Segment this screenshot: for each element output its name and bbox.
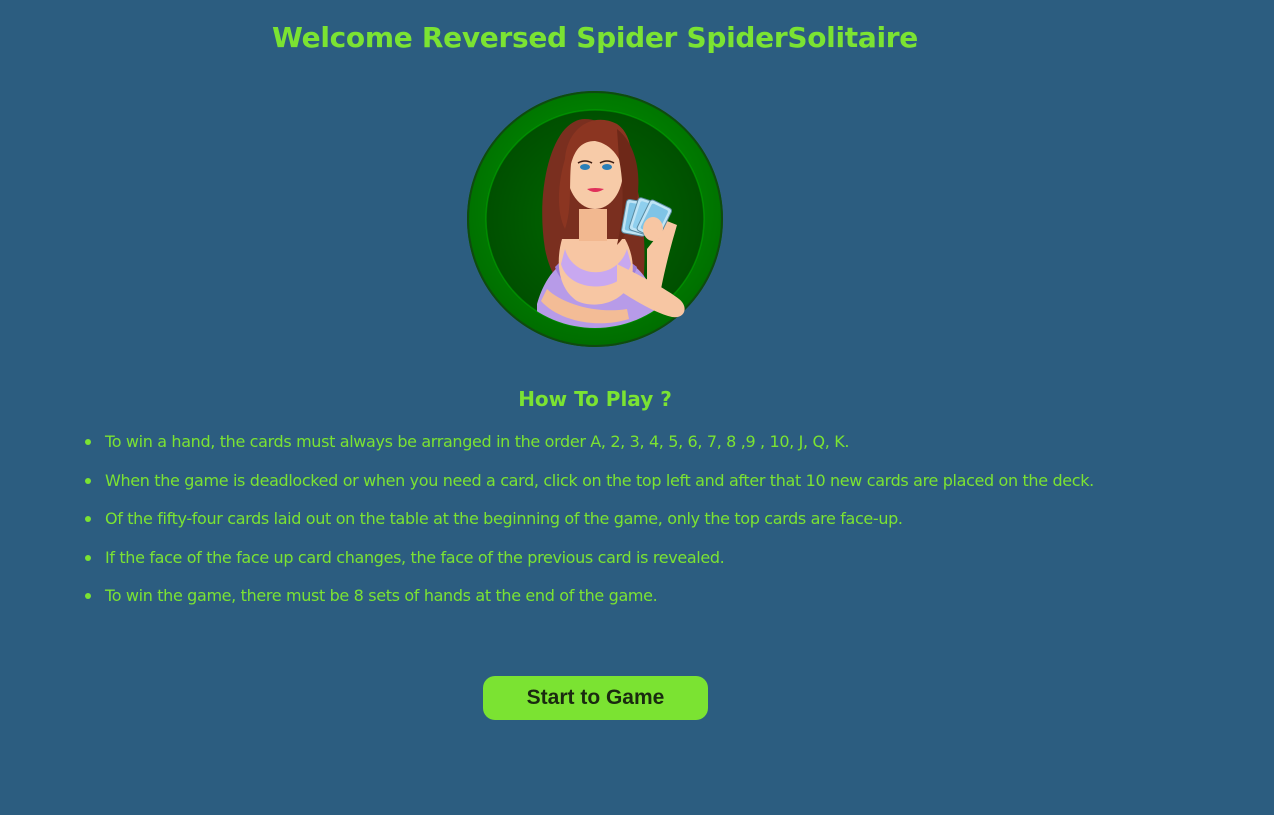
how-to-play-heading: How To Play ? — [518, 387, 672, 411]
avatar — [467, 89, 723, 349]
rule-text: When the game is deadlocked or when you … — [105, 470, 1094, 490]
list-item: If the face of the face up card changes,… — [85, 541, 1094, 580]
rule-text: If the face of the face up card changes,… — [105, 547, 725, 567]
start-game-button[interactable]: Start to Game — [483, 676, 708, 720]
page-title: Welcome Reversed Spider SpiderSolitaire — [272, 21, 918, 54]
rule-text: To win a hand, the cards must always be … — [105, 432, 850, 451]
bullet-icon — [85, 593, 91, 599]
bullet-icon — [85, 477, 91, 484]
card-dealer-girl-icon — [467, 91, 723, 347]
list-item: Of the fifty-four cards laid out on the … — [85, 502, 1094, 541]
bullet-icon — [85, 554, 91, 561]
rule-text: Of the fifty-four cards laid out on the … — [105, 509, 903, 528]
bullet-icon — [85, 439, 91, 445]
list-item: To win the game, there must be 8 sets of… — [85, 579, 1094, 618]
bullet-icon — [85, 516, 91, 522]
rule-text: To win the game, there must be 8 sets of… — [105, 586, 658, 605]
rules-list: To win a hand, the cards must always be … — [85, 425, 1094, 618]
list-item: When the game is deadlocked or when you … — [85, 464, 1094, 503]
list-item: To win a hand, the cards must always be … — [85, 425, 1094, 464]
